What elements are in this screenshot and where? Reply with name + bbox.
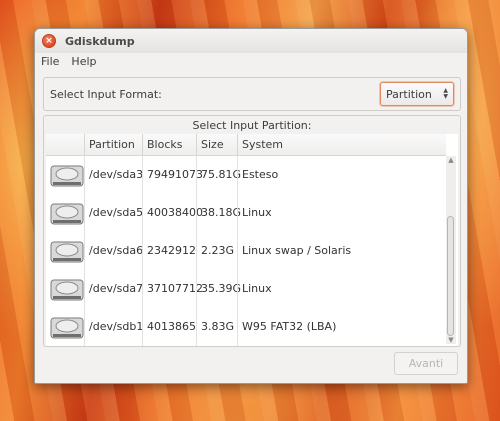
close-icon: × xyxy=(45,35,53,46)
input-format-label: Select Input Format: xyxy=(50,88,162,101)
window-title: Gdiskdump xyxy=(65,34,135,48)
table-row[interactable]: /dev/sdb1 4013865 3.83G W95 FAT32 (LBA) xyxy=(46,308,446,346)
gdiskdump-window: × Gdiskdump File Help Select Input Forma… xyxy=(34,28,468,384)
partition-blocks: 79491073 xyxy=(142,156,203,194)
close-button[interactable]: × xyxy=(42,34,56,48)
partition-size: 75.81G xyxy=(196,156,241,194)
partition-system: Esteso xyxy=(237,156,446,194)
hard-disk-icon xyxy=(50,317,84,339)
partition-blocks: 37107712 xyxy=(142,270,203,308)
partition-table: Partition Blocks Size System /dev/sda3 7… xyxy=(46,134,458,346)
title-bar: × Gdiskdump xyxy=(35,29,467,53)
input-format-frame: Select Input Format: Partition ▲ ▼ xyxy=(43,77,461,111)
input-format-value: Partition xyxy=(386,87,432,101)
column-header-system[interactable]: System xyxy=(237,134,446,156)
row-icon-cell xyxy=(46,194,84,232)
partition-name: /dev/sda6 xyxy=(84,232,143,270)
partition-name: /dev/sdb1 xyxy=(84,308,143,346)
partition-size: 38.18G xyxy=(196,194,241,232)
menu-file[interactable]: File xyxy=(41,55,59,68)
vertical-scrollbar[interactable]: ▲ ▼ xyxy=(446,156,456,344)
menu-help[interactable]: Help xyxy=(71,55,96,68)
row-icon-cell xyxy=(46,156,84,194)
updown-arrows-icon: ▲ ▼ xyxy=(443,87,448,100)
row-icon-cell xyxy=(46,270,84,308)
scroll-up-icon[interactable]: ▲ xyxy=(447,156,455,164)
partition-size: 3.83G xyxy=(196,308,237,346)
column-header-partition[interactable]: Partition xyxy=(84,134,142,156)
row-icon-cell xyxy=(46,308,84,346)
next-button[interactable]: Avanti xyxy=(394,352,458,375)
partition-blocks: 40038400 xyxy=(142,194,203,232)
scroll-down-icon[interactable]: ▼ xyxy=(447,336,455,344)
column-header-icon[interactable] xyxy=(46,134,84,156)
table-header: Partition Blocks Size System xyxy=(46,134,446,156)
partition-size: 35.39G xyxy=(196,270,241,308)
hard-disk-icon xyxy=(50,165,84,187)
partition-system: W95 FAT32 (LBA) xyxy=(237,308,446,346)
partition-list-header: Select Input Partition: xyxy=(192,118,312,132)
table-row[interactable]: /dev/sda5 40038400 38.18G Linux xyxy=(46,194,446,232)
partition-system: Linux xyxy=(237,194,446,232)
partition-name: /dev/sda3 xyxy=(84,156,143,194)
column-header-size[interactable]: Size xyxy=(196,134,237,156)
menu-bar: File Help xyxy=(35,53,467,70)
partition-name: /dev/sda7 xyxy=(84,270,143,308)
hard-disk-icon xyxy=(50,279,84,301)
partition-name: /dev/sda5 xyxy=(84,194,143,232)
partition-system: Linux swap / Solaris xyxy=(237,232,446,270)
hard-disk-icon xyxy=(50,241,84,263)
hard-disk-icon xyxy=(50,203,84,225)
table-row[interactable]: /dev/sda6 2342912 2.23G Linux swap / Sol… xyxy=(46,232,446,270)
input-partition-frame: Select Input Partition: Partition Blocks… xyxy=(43,115,461,347)
input-format-dropdown[interactable]: Partition ▲ ▼ xyxy=(380,82,454,106)
partition-system: Linux xyxy=(237,270,446,308)
column-header-blocks[interactable]: Blocks xyxy=(142,134,196,156)
partition-size: 2.23G xyxy=(196,232,237,270)
table-row[interactable]: /dev/sda7 37107712 35.39G Linux xyxy=(46,270,446,308)
scrollbar-thumb[interactable] xyxy=(447,216,454,336)
row-icon-cell xyxy=(46,232,84,270)
table-row[interactable]: /dev/sda3 79491073 75.81G Esteso xyxy=(46,156,446,194)
partition-blocks: 2342912 xyxy=(142,232,196,270)
partition-blocks: 4013865 xyxy=(142,308,196,346)
